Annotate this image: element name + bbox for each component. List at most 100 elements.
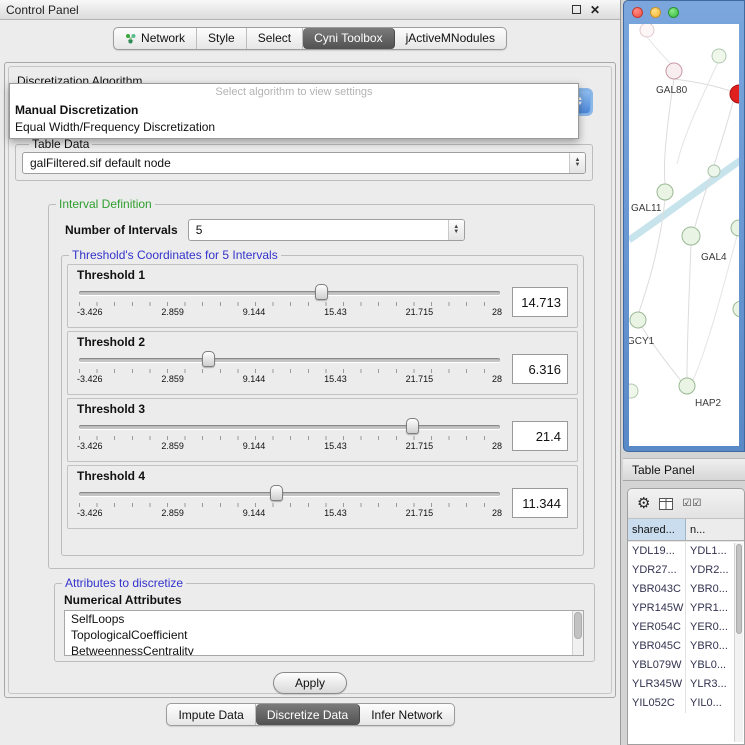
node[interactable] [712,49,726,63]
stepper-icon[interactable]: ▲ ▼ [569,153,585,173]
node-gal11[interactable] [657,184,673,200]
slider-tick-labels: -3.426 2.859 9.144 15.43 21.715 28 [77,441,502,451]
node[interactable] [708,165,720,177]
thresholds-legend: Threshold's Coordinates for 5 Intervals [69,248,281,262]
slider-thumb[interactable] [202,351,215,367]
tick-label: 2.859 [161,374,184,384]
threshold-1-slider[interactable]: -3.426 2.859 9.144 15.43 21.715 28 [77,283,502,321]
list-item[interactable]: SelfLoops [65,611,583,627]
scrollbar-thumb[interactable] [574,612,582,639]
slider-track[interactable] [79,425,500,429]
list-item[interactable]: BetweennessCentrality [65,643,583,656]
popup-option-manual-discretization[interactable]: Manual Discretization [10,102,578,119]
table-row[interactable]: YLR345W YLR3... [628,675,744,694]
tab-cyni-toolbox[interactable]: Cyni Toolbox [303,28,394,49]
edge-thick [629,160,739,240]
table-row[interactable]: YER054C YER0... [628,618,744,637]
threshold-2-slider[interactable]: -3.426 2.859 9.144 15.43 21.715 28 [77,350,502,388]
threshold-4-value-field[interactable]: 11.344 [512,488,568,518]
tick-label: -3.426 [77,307,103,317]
tab-style[interactable]: Style [197,28,247,49]
node[interactable] [640,24,654,37]
table-data-selected-value: galFiltered.sif default node [30,156,171,170]
popup-placeholder-option[interactable]: Select algorithm to view settings [10,86,578,102]
tab-infer-network[interactable]: Infer Network [360,704,453,725]
top-tabs-row: Network Style Select Cyni Toolbox jActiv… [0,20,620,56]
table-row[interactable]: YBR043C YBR0... [628,580,744,599]
minimize-window-icon[interactable] [650,7,661,18]
tab-network-label: Network [141,31,185,45]
popup-option-equal-width[interactable]: Equal Width/Frequency Discretization [10,119,578,136]
column-header-name[interactable]: n... [686,519,744,540]
tab-impute-data[interactable]: Impute Data [167,704,255,725]
edge [677,62,718,164]
tab-jactivemnodules-label: jActiveMNodules [406,31,495,45]
select-columns-icons[interactable]: ☑ ☑ [682,499,701,509]
threshold-1-value-field[interactable]: 14.713 [512,287,568,317]
tick-label: 15.43 [324,307,347,317]
control-panel-titlebar: Control Panel ✕ [0,0,620,20]
threshold-3-value-field[interactable]: 21.4 [512,421,568,451]
zoom-window-icon[interactable] [668,7,679,18]
table-header-row: shared... n... [628,519,744,541]
tick-label: -3.426 [77,374,103,384]
float-window-icon[interactable] [572,5,581,14]
number-of-intervals-combobox[interactable]: 5 ▲ ▼ [188,219,465,241]
slider-track[interactable] [79,358,500,362]
tick-label: 9.144 [243,307,266,317]
table-row[interactable]: YDR27... YDR2... [628,561,744,580]
node[interactable] [731,220,739,236]
node-label: GAL11 [631,203,662,214]
slider-thumb[interactable] [270,485,283,501]
close-icon[interactable]: ✕ [590,5,600,15]
threshold-3-slider[interactable]: -3.426 2.859 9.144 15.43 21.715 28 [77,417,502,455]
interval-definition-legend: Interval Definition [56,197,155,211]
node-selected-red[interactable] [730,85,739,103]
threshold-1-box: Threshold 1 -3.426 2.859 9.144 15.43 [67,264,578,328]
slider-track[interactable] [79,291,500,295]
bottom-tabstrip: Impute Data Discretize Data Infer Networ… [166,703,454,726]
apply-button[interactable]: Apply [273,672,347,694]
node-label: GAL4 [701,252,727,263]
tick-label: 21.715 [406,307,434,317]
table-row[interactable]: YBL079W YBL0... [628,656,744,675]
table-row[interactable]: YPR145W YPR1... [628,599,744,618]
table-scrollbar[interactable] [734,543,743,742]
gear-icon[interactable]: ⚙ [637,496,650,511]
node[interactable] [629,384,638,398]
node-gcy1[interactable] [630,312,646,328]
table-data-combobox[interactable]: galFiltered.sif default node ▲ ▼ [22,152,586,174]
tab-select-label: Select [258,31,291,45]
slider-thumb[interactable] [315,284,328,300]
tab-select[interactable]: Select [247,28,303,49]
cell: YER054C [628,618,686,637]
scrollbar-thumb[interactable] [736,544,742,634]
tab-jactivemnodules[interactable]: jActiveMNodules [395,28,506,49]
tab-discretize-data[interactable]: Discretize Data [256,704,360,725]
network-canvas[interactable]: GAL80 GAL11 GAL4 GCY1 HAP2 [629,24,739,446]
stepper-icon[interactable]: ▲ ▼ [448,220,464,240]
tab-cyni-toolbox-label: Cyni Toolbox [314,31,382,45]
table-row[interactable]: YBR045C YBR0... [628,637,744,656]
slider-track[interactable] [79,492,500,496]
node-gal80[interactable] [666,63,682,79]
tab-network[interactable]: Network [114,28,197,49]
list-item[interactable]: TopologicalCoefficient [65,627,583,643]
tick-label: 15.43 [324,508,347,518]
list-scrollbar[interactable] [572,611,583,655]
tick-label: 28 [492,307,502,317]
threshold-2-value-field[interactable]: 6.316 [512,354,568,384]
table-toolbar: ⚙ ☑ ☑ [628,489,744,519]
column-header-shared[interactable]: shared... [628,519,686,540]
node-gal4[interactable] [682,227,700,245]
slider-thumb[interactable] [406,418,419,434]
columns-icon[interactable] [659,498,673,510]
panel-title: Control Panel [6,3,79,17]
close-window-icon[interactable] [632,7,643,18]
node-hap2[interactable] [679,378,695,394]
cell: YBL079W [628,656,686,675]
table-row[interactable]: YIL052C YIL0... [628,694,744,713]
threshold-4-slider[interactable]: -3.426 2.859 9.144 15.43 21.715 28 [77,484,502,522]
table-row[interactable]: YDL19... YDL1... [628,542,744,561]
node[interactable] [733,301,739,317]
